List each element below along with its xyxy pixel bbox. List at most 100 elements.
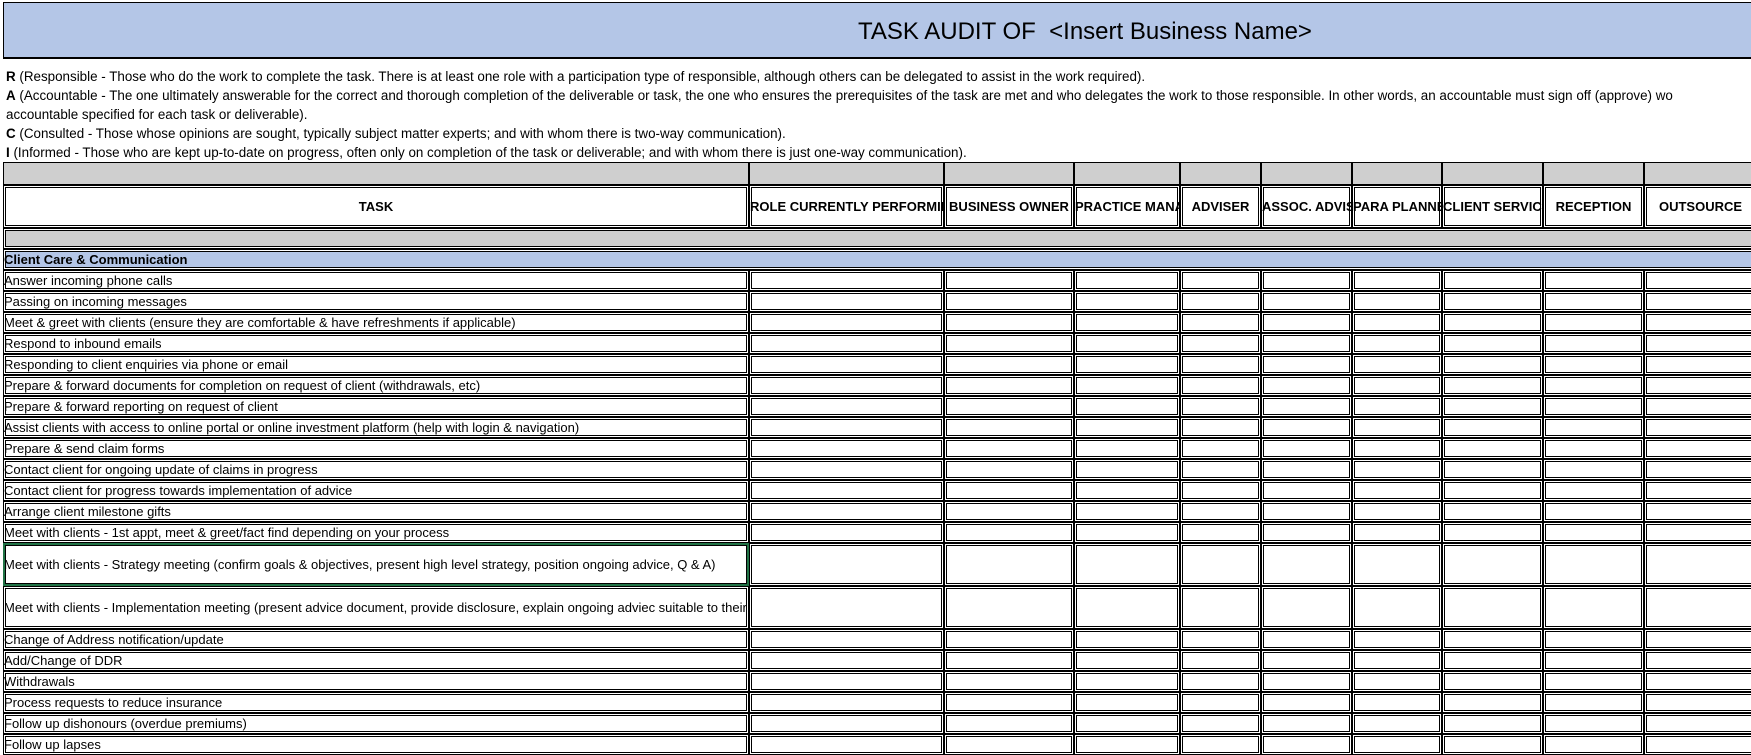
role-cell[interactable] [1261, 713, 1352, 734]
role-cell[interactable] [1543, 333, 1644, 354]
role-cell[interactable] [749, 501, 944, 522]
role-cell[interactable] [1261, 312, 1352, 333]
role-cell[interactable] [944, 354, 1074, 375]
role-cell[interactable] [1644, 396, 1751, 417]
grey-cell[interactable] [1261, 162, 1352, 185]
role-cell[interactable] [1074, 522, 1180, 543]
role-cell[interactable] [944, 543, 1074, 586]
role-cell[interactable] [1543, 480, 1644, 501]
role-cell[interactable] [1543, 692, 1644, 713]
role-cell[interactable] [1442, 543, 1543, 586]
role-cell[interactable] [944, 501, 1074, 522]
role-cell[interactable] [1180, 459, 1261, 480]
role-cell[interactable] [1442, 270, 1543, 291]
role-cell[interactable] [1644, 375, 1751, 396]
role-cell[interactable] [1074, 438, 1180, 459]
column-header-reception[interactable]: RECEPTION [1543, 185, 1644, 228]
role-cell[interactable] [749, 291, 944, 312]
column-header-outsource[interactable]: OUTSOURCE [1644, 185, 1751, 228]
task-cell[interactable]: Prepare & forward documents for completi… [3, 375, 749, 396]
role-cell[interactable] [1180, 671, 1261, 692]
role-cell[interactable] [749, 354, 944, 375]
role-cell[interactable] [1261, 459, 1352, 480]
role-cell[interactable] [1261, 734, 1352, 755]
sheet-title[interactable]: TASK AUDIT OF <Insert Business Name> [858, 3, 1312, 57]
column-header-role-currently-performing-this-task[interactable]: ROLE CURRENTLY PERFORMING THIS TASK [749, 185, 944, 228]
role-cell[interactable] [1074, 501, 1180, 522]
task-cell[interactable]: Contact client for ongoing update of cla… [3, 459, 749, 480]
column-header-practice-manager[interactable]: PRACTICE MANAGER [1074, 185, 1180, 228]
section-title[interactable]: Client Care & Communication [3, 249, 1751, 270]
role-cell[interactable] [1074, 270, 1180, 291]
role-cell[interactable] [944, 713, 1074, 734]
role-cell[interactable] [1644, 713, 1751, 734]
role-cell[interactable] [749, 734, 944, 755]
role-cell[interactable] [1074, 291, 1180, 312]
role-cell[interactable] [1180, 312, 1261, 333]
role-cell[interactable] [1442, 291, 1543, 312]
task-cell[interactable]: Arrange client milestone gifts [3, 501, 749, 522]
role-cell[interactable] [1644, 501, 1751, 522]
role-cell[interactable] [1074, 543, 1180, 586]
role-cell[interactable] [944, 734, 1074, 755]
role-cell[interactable] [1442, 312, 1543, 333]
role-cell[interactable] [1543, 650, 1644, 671]
role-cell[interactable] [749, 522, 944, 543]
role-cell[interactable] [1543, 375, 1644, 396]
role-cell[interactable] [944, 396, 1074, 417]
role-cell[interactable] [1261, 438, 1352, 459]
role-cell[interactable] [749, 270, 944, 291]
role-cell[interactable] [1442, 692, 1543, 713]
grey-cell[interactable] [1352, 162, 1442, 185]
role-cell[interactable] [944, 333, 1074, 354]
role-cell[interactable] [1074, 671, 1180, 692]
role-cell[interactable] [1074, 586, 1180, 629]
role-cell[interactable] [1180, 480, 1261, 501]
task-cell[interactable]: Responding to client enquiries via phone… [3, 354, 749, 375]
role-cell[interactable] [1261, 543, 1352, 586]
role-cell[interactable] [1261, 270, 1352, 291]
role-cell[interactable] [1074, 417, 1180, 438]
role-cell[interactable] [1074, 734, 1180, 755]
column-header-adviser[interactable]: ADVISER [1180, 185, 1261, 228]
role-cell[interactable] [1352, 312, 1442, 333]
role-cell[interactable] [944, 650, 1074, 671]
role-cell[interactable] [1442, 480, 1543, 501]
role-cell[interactable] [1644, 459, 1751, 480]
role-cell[interactable] [1352, 543, 1442, 586]
role-cell[interactable] [749, 586, 944, 629]
role-cell[interactable] [1352, 438, 1442, 459]
task-cell[interactable]: Meet with clients - Strategy meeting (co… [3, 543, 749, 586]
role-cell[interactable] [749, 543, 944, 586]
role-cell[interactable] [1074, 713, 1180, 734]
grey-cell[interactable] [1543, 162, 1644, 185]
role-cell[interactable] [1261, 417, 1352, 438]
role-cell[interactable] [1352, 480, 1442, 501]
role-cell[interactable] [1180, 291, 1261, 312]
role-cell[interactable] [1442, 375, 1543, 396]
role-cell[interactable] [944, 438, 1074, 459]
task-cell[interactable]: Follow up dishonours (overdue premiums) [3, 713, 749, 734]
role-cell[interactable] [1644, 438, 1751, 459]
role-cell[interactable] [1543, 459, 1644, 480]
role-cell[interactable] [1074, 354, 1180, 375]
role-cell[interactable] [1180, 333, 1261, 354]
role-cell[interactable] [1261, 692, 1352, 713]
role-cell[interactable] [1543, 417, 1644, 438]
role-cell[interactable] [1352, 734, 1442, 755]
role-cell[interactable] [1180, 522, 1261, 543]
role-cell[interactable] [1261, 522, 1352, 543]
role-cell[interactable] [1261, 354, 1352, 375]
role-cell[interactable] [749, 650, 944, 671]
role-cell[interactable] [1442, 522, 1543, 543]
role-cell[interactable] [1261, 375, 1352, 396]
role-cell[interactable] [749, 312, 944, 333]
grey-cell[interactable] [3, 228, 1751, 249]
role-cell[interactable] [1180, 438, 1261, 459]
role-cell[interactable] [1644, 417, 1751, 438]
role-cell[interactable] [1644, 291, 1751, 312]
role-cell[interactable] [1352, 713, 1442, 734]
role-cell[interactable] [1261, 671, 1352, 692]
role-cell[interactable] [1644, 692, 1751, 713]
role-cell[interactable] [1352, 459, 1442, 480]
